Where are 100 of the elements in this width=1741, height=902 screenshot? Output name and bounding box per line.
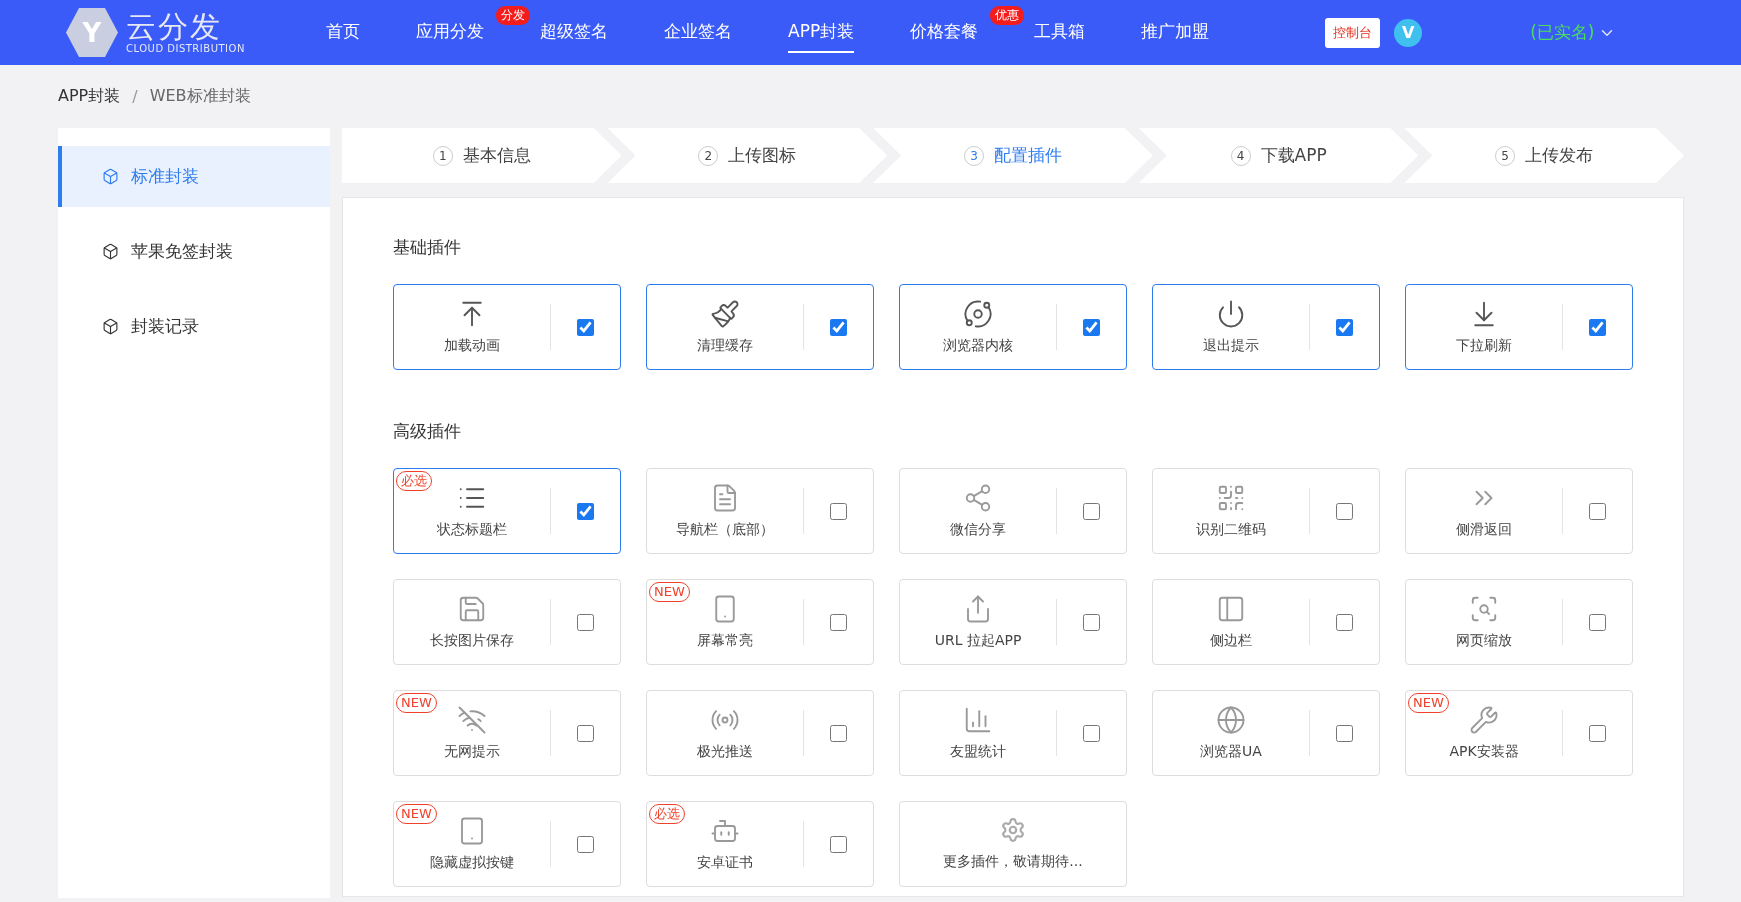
logo-subtitle: CLOUD DISTRIBUTION <box>126 43 245 54</box>
nav-badge: 优惠 <box>990 6 1025 25</box>
planet-icon <box>963 299 993 329</box>
plugin-checkbox[interactable] <box>1083 724 1100 742</box>
plugin-card[interactable]: 导航栏（底部） <box>646 468 874 554</box>
plugin-tag: 必选 <box>396 471 432 491</box>
globe-icon <box>1216 705 1246 735</box>
plugin-card[interactable]: 下拉刷新 <box>1405 284 1633 370</box>
plugin-label: 导航栏（底部） <box>676 521 774 539</box>
plugin-checkbox[interactable] <box>1336 318 1353 336</box>
plugin-checkbox[interactable] <box>1336 613 1353 631</box>
plugin-card[interactable]: NEW 无网提示 <box>393 690 621 776</box>
plugin-card[interactable]: NEW 隐藏虚拟按键 <box>393 801 621 887</box>
plugin-label: APK安装器 <box>1449 743 1519 761</box>
share-icon <box>963 483 993 513</box>
breadcrumb-link[interactable]: WEB标准封装 <box>149 86 251 107</box>
scan-icon <box>1469 594 1499 624</box>
plugin-tag: 必选 <box>649 804 685 824</box>
plugin-label: 隐藏虚拟按键 <box>430 854 514 872</box>
plugin-label: 长按图片保存 <box>430 632 514 650</box>
plugin-label: 屏幕常亮 <box>697 632 753 650</box>
nav-link[interactable]: 推广加盟 <box>1141 12 1210 53</box>
plugin-checkbox[interactable] <box>1589 613 1606 631</box>
plugin-card[interactable]: 长按图片保存 <box>393 579 621 665</box>
plugin-card[interactable]: NEW APK安装器 <box>1405 690 1633 776</box>
breadcrumb-link[interactable]: APP封装 <box>58 86 121 107</box>
plugin-checkbox[interactable] <box>1589 502 1606 520</box>
breadcrumb-separator: / <box>132 87 138 106</box>
cube-icon <box>102 168 119 185</box>
step[interactable]: 5 上传发布 <box>1404 128 1684 183</box>
step[interactable]: 2 上传图标 <box>607 128 888 183</box>
plugin-checkbox[interactable] <box>1589 318 1606 336</box>
plugin-label: 状态标题栏 <box>437 521 507 539</box>
plugin-card[interactable]: 网页缩放 <box>1405 579 1633 665</box>
plugin-checkbox[interactable] <box>830 724 847 742</box>
plugin-checkbox[interactable] <box>577 724 594 742</box>
plugin-checkbox[interactable] <box>577 835 594 853</box>
plugin-checkbox[interactable] <box>1336 502 1353 520</box>
plugin-label: 友盟统计 <box>950 743 1006 761</box>
plugin-label: 侧边栏 <box>1210 632 1252 650</box>
step[interactable]: 1 基本信息 <box>342 128 622 183</box>
plugin-card[interactable]: 退出提示 <box>1152 284 1380 370</box>
wifi-icon <box>457 705 487 735</box>
power-icon <box>1216 299 1246 329</box>
plugin-card[interactable]: URL 拉起APP <box>899 579 1127 665</box>
step[interactable]: 4 下载APP <box>1138 128 1419 183</box>
plugin-checkbox[interactable] <box>1336 724 1353 742</box>
plugin-card[interactable]: 侧滑返回 <box>1405 468 1633 554</box>
nav-link[interactable]: 首页 <box>326 12 360 53</box>
plugin-label: 无网提示 <box>444 743 500 761</box>
plugin-card[interactable]: 加载动画 <box>393 284 621 370</box>
plugin-label: URL 拉起APP <box>934 632 1022 650</box>
plugin-card[interactable]: 侧边栏 <box>1152 579 1380 665</box>
plugin-label: 下拉刷新 <box>1456 337 1512 355</box>
console-button[interactable]: 控制台 <box>1325 17 1381 48</box>
plugin-tag: NEW <box>649 582 690 602</box>
plugin-card[interactable]: NEW 屏幕常亮 <box>646 579 874 665</box>
plugin-card[interactable]: 极光推送 <box>646 690 874 776</box>
sidebar-item[interactable]: 苹果免签封装 <box>58 221 330 282</box>
step[interactable]: 3 配置插件 <box>873 128 1153 183</box>
plugin-checkbox[interactable] <box>577 318 594 336</box>
plugin-card[interactable]: 识别二维码 <box>1152 468 1380 554</box>
plugin-tag: NEW <box>396 804 437 824</box>
sidebar-item[interactable]: 标准封装 <box>58 146 330 207</box>
plugin-label: 清理缓存 <box>697 337 753 355</box>
plugin-card[interactable]: 必选 安卓证书 <box>646 801 874 887</box>
plugin-checkbox[interactable] <box>830 502 847 520</box>
plugin-label: 微信分享 <box>950 521 1006 539</box>
sidebar-icon <box>1216 594 1246 624</box>
plugin-label: 识别二维码 <box>1196 521 1266 539</box>
nav-link[interactable]: 工具箱 <box>1034 12 1086 53</box>
nav-link[interactable]: 企业签名 <box>664 12 732 53</box>
section-title: 高级插件 <box>393 420 462 443</box>
plugin-checkbox[interactable] <box>830 835 847 853</box>
gear-icon <box>1000 817 1026 843</box>
plugin-card[interactable]: 微信分享 <box>899 468 1127 554</box>
plugin-checkbox[interactable] <box>830 613 847 631</box>
brush-icon <box>710 299 740 329</box>
plugin-checkbox[interactable] <box>577 613 594 631</box>
cube-icon <box>102 318 119 335</box>
plugin-card[interactable]: 必选 状态标题栏 <box>393 468 621 554</box>
nav-link[interactable]: APP封装 <box>788 12 855 53</box>
plugin-card[interactable]: 友盟统计 <box>899 690 1127 776</box>
nav-badge: 分发 <box>496 6 530 25</box>
plugin-card[interactable]: 浏览器UA <box>1152 690 1380 776</box>
logo-title: 云分发 <box>126 11 223 43</box>
sidebar-item[interactable]: 封装记录 <box>58 296 330 357</box>
plugin-checkbox[interactable] <box>1083 613 1100 631</box>
plugin-checkbox[interactable] <box>1083 502 1100 520</box>
plugin-checkbox[interactable] <box>577 502 594 520</box>
plugin-card[interactable]: 浏览器内核 <box>899 284 1127 370</box>
plugin-label: 侧滑返回 <box>1456 521 1512 539</box>
plugin-label: 网页缩放 <box>1456 632 1512 650</box>
wrench-icon <box>1469 705 1499 735</box>
plugin-checkbox[interactable] <box>1589 724 1606 742</box>
plugin-card[interactable]: 清理缓存 <box>646 284 874 370</box>
plugin-checkbox[interactable] <box>830 318 847 336</box>
plugin-checkbox[interactable] <box>1083 318 1100 336</box>
nav-link[interactable]: 超级签名 <box>540 12 608 53</box>
cube-icon <box>102 243 119 260</box>
